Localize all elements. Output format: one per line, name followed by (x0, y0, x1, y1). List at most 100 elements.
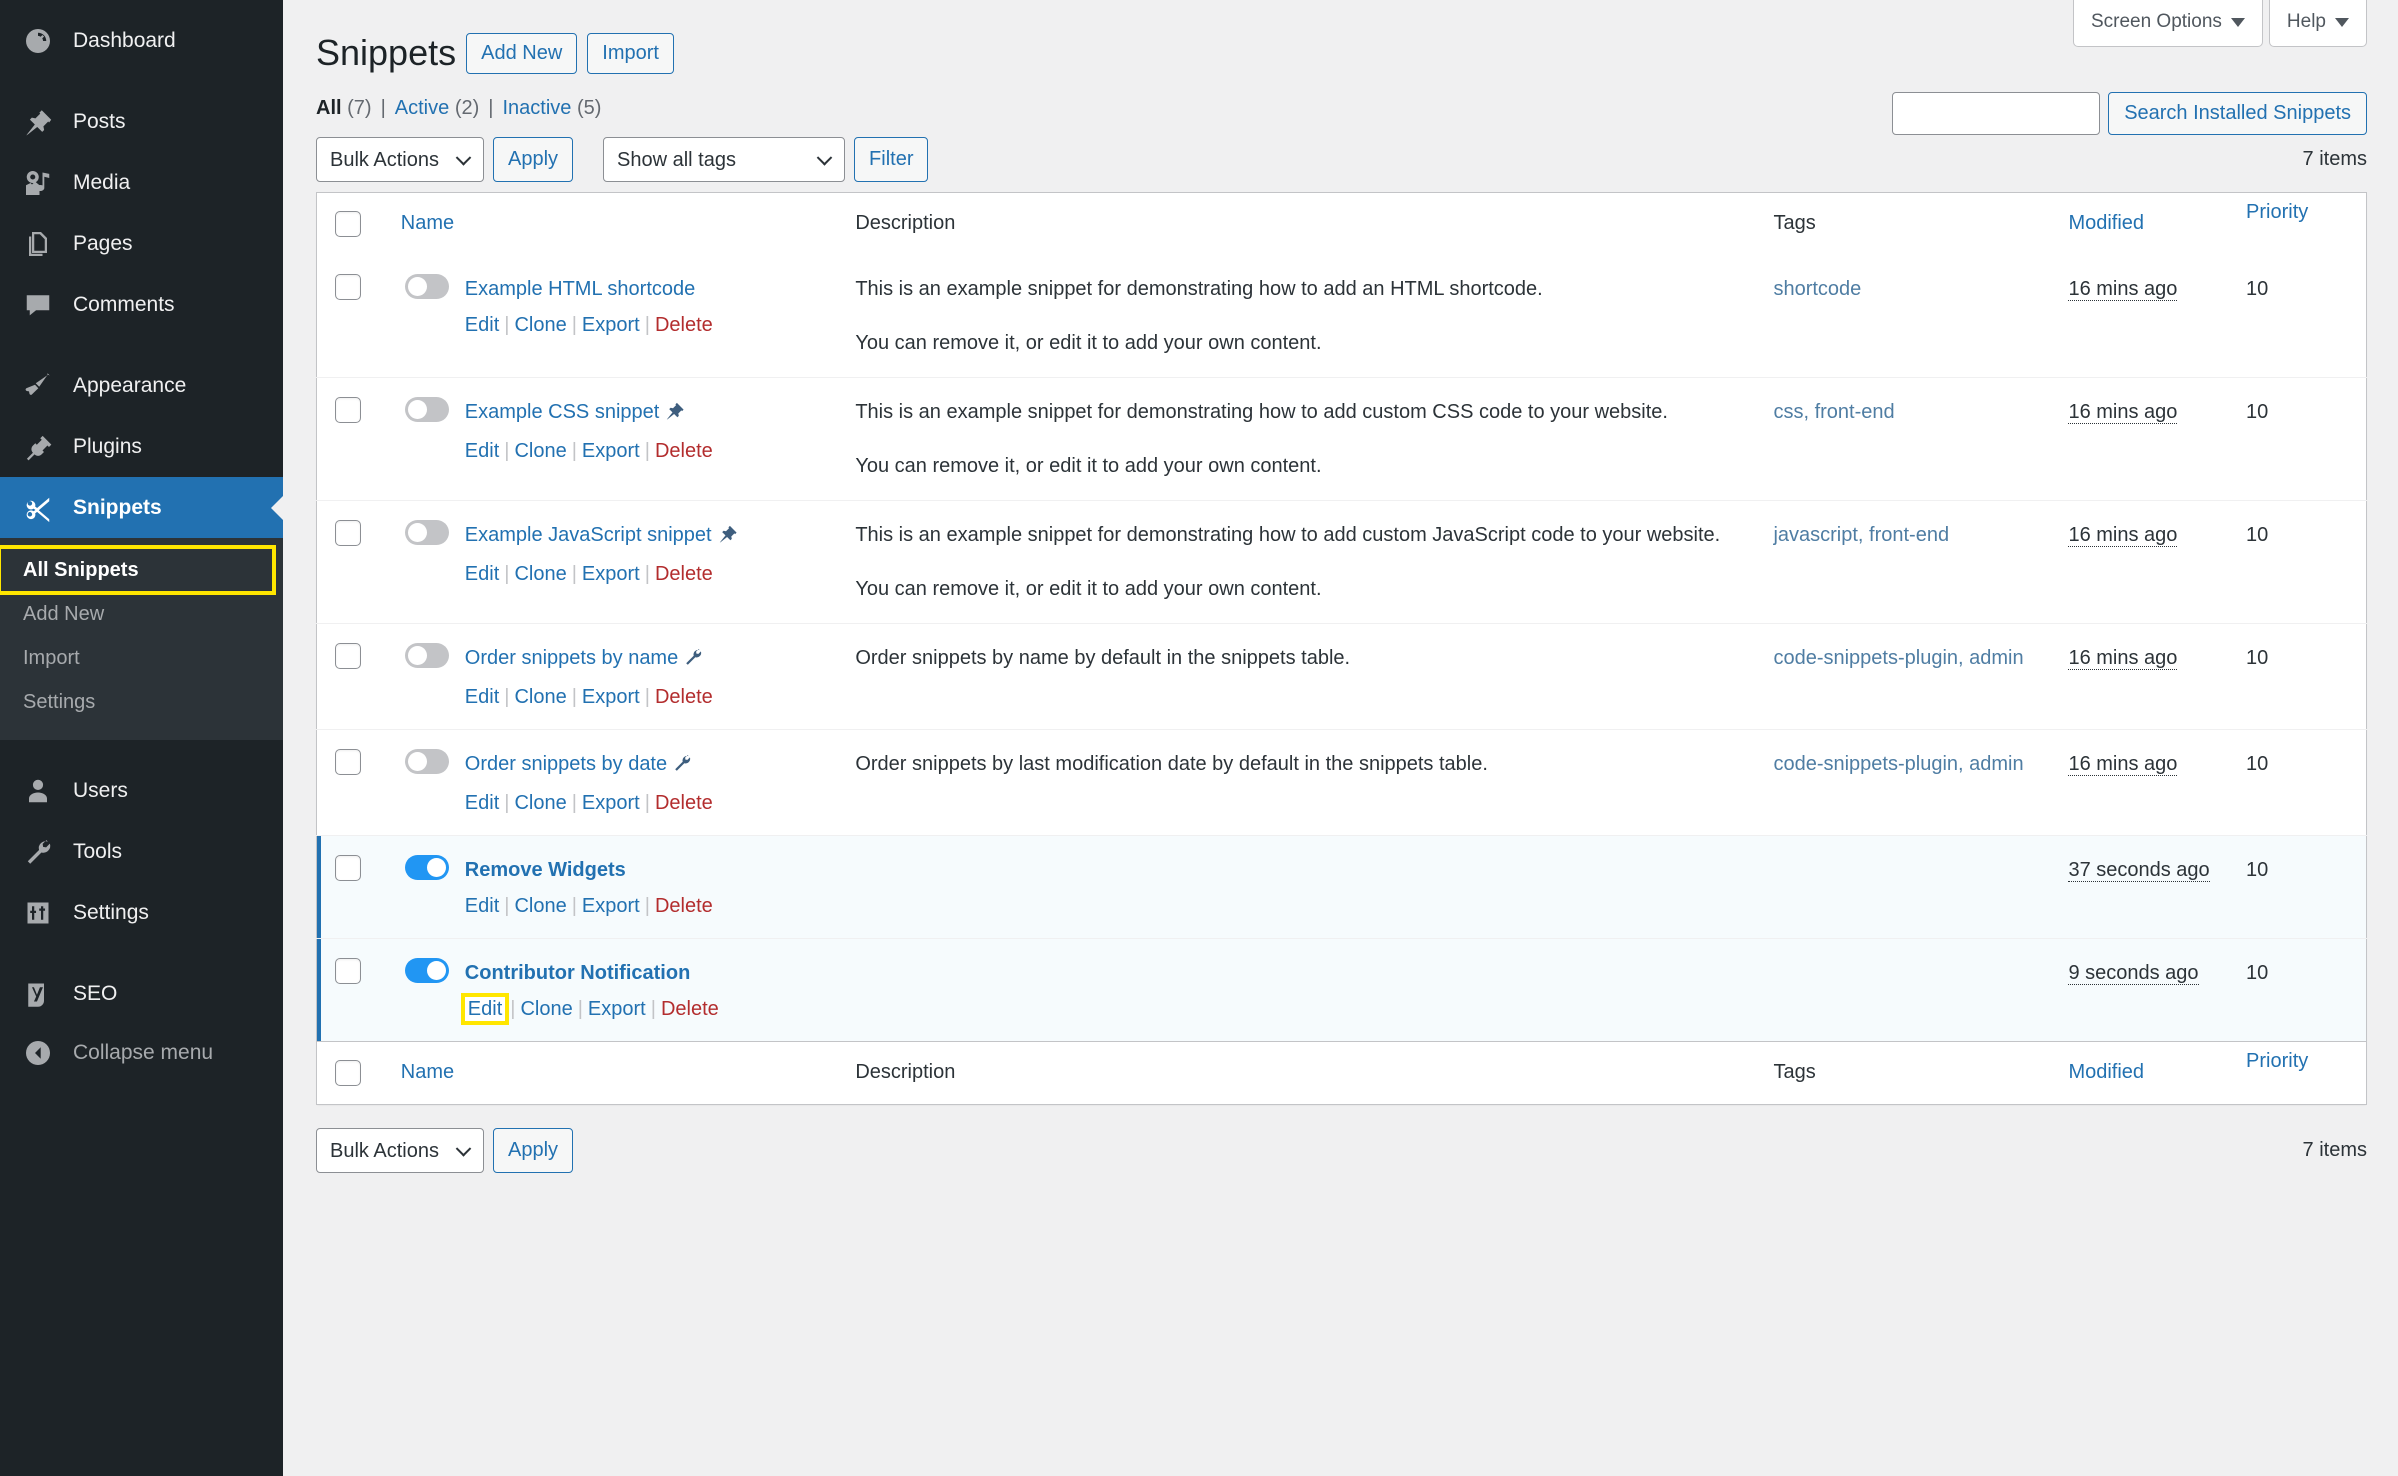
apply-button-top[interactable]: Apply (493, 137, 574, 183)
delete-link[interactable]: Delete (655, 895, 713, 917)
snippet-activate-toggle[interactable] (404, 854, 449, 880)
row-checkbox[interactable] (335, 854, 361, 881)
sort-by-priority-link[interactable]: Priority (2246, 201, 2308, 223)
clone-link[interactable]: Clone (514, 895, 566, 917)
clone-link[interactable]: Clone (520, 998, 572, 1020)
status-link-inactive-label[interactable]: Inactive (502, 97, 571, 119)
pushpin-icon (664, 400, 684, 430)
export-link[interactable]: Export (582, 686, 640, 708)
tag-link[interactable]: css, front-end (1773, 401, 1894, 423)
sidebar-item-seo[interactable]: SEO (0, 963, 283, 1024)
column-footer-description: Description (855, 1041, 1774, 1105)
tags-filter-select[interactable]: Show all tags (603, 137, 846, 183)
tag-link[interactable]: shortcode (1773, 278, 1861, 300)
sidebar-item-appearance[interactable]: Appearance (0, 355, 283, 416)
tag-link[interactable]: javascript, front-end (1773, 524, 1949, 546)
import-button[interactable]: Import (587, 32, 674, 74)
clone-link[interactable]: Clone (514, 314, 566, 336)
delete-link[interactable]: Delete (655, 314, 713, 336)
clone-link[interactable]: Clone (514, 440, 566, 462)
edit-link[interactable]: Edit (465, 314, 499, 336)
export-link[interactable]: Export (582, 314, 640, 336)
snippet-title-link[interactable]: Order snippets by date (465, 753, 667, 775)
snippet-title-link[interactable]: Example HTML shortcode (465, 278, 695, 300)
sidebar-item-dashboard[interactable]: Dashboard (0, 10, 283, 71)
status-link-all-label[interactable]: All (316, 97, 342, 119)
search-input[interactable] (1892, 92, 2101, 135)
clone-link[interactable]: Clone (514, 792, 566, 814)
sidebar-item-import[interactable]: Import (0, 636, 283, 680)
sort-by-priority-link-footer[interactable]: Priority (2246, 1050, 2308, 1072)
delete-link[interactable]: Delete (655, 686, 713, 708)
row-checkbox[interactable] (335, 273, 361, 300)
sidebar-item-media[interactable]: Media (0, 152, 283, 213)
edit-link[interactable]: Edit (460, 992, 510, 1025)
row-tags-cell (1773, 938, 2068, 1041)
row-checkbox[interactable] (335, 957, 361, 984)
export-link[interactable]: Export (582, 895, 640, 917)
filter-button[interactable]: Filter (854, 137, 929, 183)
row-checkbox[interactable] (335, 748, 361, 775)
snippet-title-link[interactable]: Example CSS snippet (465, 401, 660, 423)
delete-link[interactable]: Delete (655, 440, 713, 462)
status-link-active-label[interactable]: Active (395, 97, 449, 119)
search-submit-button[interactable]: Search Installed Snippets (2108, 92, 2367, 135)
snippet-activate-toggle[interactable] (404, 519, 449, 545)
delete-link[interactable]: Delete (655, 563, 713, 585)
sidebar-item-plugins[interactable]: Plugins (0, 416, 283, 477)
export-link[interactable]: Export (582, 792, 640, 814)
edit-link[interactable]: Edit (465, 440, 499, 462)
edit-link[interactable]: Edit (465, 895, 499, 917)
snippet-activate-toggle[interactable] (404, 748, 449, 774)
snippet-title-link[interactable]: Remove Widgets (465, 859, 626, 881)
clone-link[interactable]: Clone (514, 563, 566, 585)
tag-link[interactable]: code-snippets-plugin, admin (1773, 753, 2023, 775)
collapse-menu-button[interactable]: Collapse menu (0, 1024, 283, 1082)
sidebar-item-snippets-settings[interactable]: Settings (0, 680, 283, 724)
sidebar-item-all-snippets[interactable]: All Snippets (0, 545, 276, 595)
snippet-title-link[interactable]: Example JavaScript snippet (465, 524, 712, 546)
export-link[interactable]: Export (582, 563, 640, 585)
apply-button-bottom[interactable]: Apply (493, 1128, 574, 1174)
tag-link[interactable]: code-snippets-plugin, admin (1773, 647, 2023, 669)
snippet-activate-toggle[interactable] (404, 273, 449, 299)
row-checkbox[interactable] (335, 519, 361, 546)
bulk-actions-select[interactable]: Bulk Actions (316, 137, 484, 183)
snippet-activate-toggle[interactable] (404, 957, 449, 983)
sidebar-item-comments[interactable]: Comments (0, 274, 283, 335)
sidebar-item-snippets[interactable]: Snippets (0, 477, 284, 538)
sidebar-item-pages[interactable]: Pages (0, 213, 283, 274)
sidebar-item-add-new[interactable]: Add New (0, 592, 283, 636)
bulk-actions-select-bottom[interactable]: Bulk Actions (316, 1128, 484, 1174)
snippet-activate-toggle[interactable] (404, 396, 449, 422)
edit-link[interactable]: Edit (465, 563, 499, 585)
edit-link[interactable]: Edit (465, 686, 499, 708)
export-link[interactable]: Export (588, 998, 646, 1020)
wrench-icon (683, 646, 703, 676)
delete-link[interactable]: Delete (655, 792, 713, 814)
add-new-button[interactable]: Add New (466, 32, 578, 74)
sort-by-name-link[interactable]: Name (401, 212, 454, 234)
snippet-title-link[interactable]: Order snippets by name (465, 647, 678, 669)
sort-by-modified-link-footer[interactable]: Modified (2068, 1061, 2144, 1083)
snippet-description-paragraph: Order snippets by name by default in the… (855, 646, 1351, 669)
select-all-checkbox[interactable] (335, 210, 361, 237)
select-all-checkbox-footer[interactable] (335, 1059, 361, 1086)
sidebar-item-users[interactable]: Users (0, 760, 283, 821)
delete-link[interactable]: Delete (661, 998, 719, 1020)
sidebar-item-posts[interactable]: Posts (0, 91, 283, 152)
snippet-activate-toggle[interactable] (404, 642, 449, 668)
edit-link[interactable]: Edit (465, 792, 499, 814)
row-checkbox[interactable] (335, 642, 361, 669)
sort-by-name-link-footer[interactable]: Name (401, 1061, 454, 1083)
clone-link[interactable]: Clone (514, 686, 566, 708)
screen-options-button[interactable]: Screen Options (2072, 0, 2263, 47)
snippet-title-link[interactable]: Contributor Notification (465, 962, 691, 984)
export-link[interactable]: Export (582, 440, 640, 462)
help-button[interactable]: Help (2268, 0, 2367, 47)
sidebar-item-settings[interactable]: Settings (0, 882, 283, 943)
sort-by-modified-link[interactable]: Modified (2068, 212, 2144, 234)
collapse-arrow-icon (23, 1038, 53, 1068)
row-checkbox[interactable] (335, 396, 361, 423)
sidebar-item-tools[interactable]: Tools (0, 821, 283, 882)
